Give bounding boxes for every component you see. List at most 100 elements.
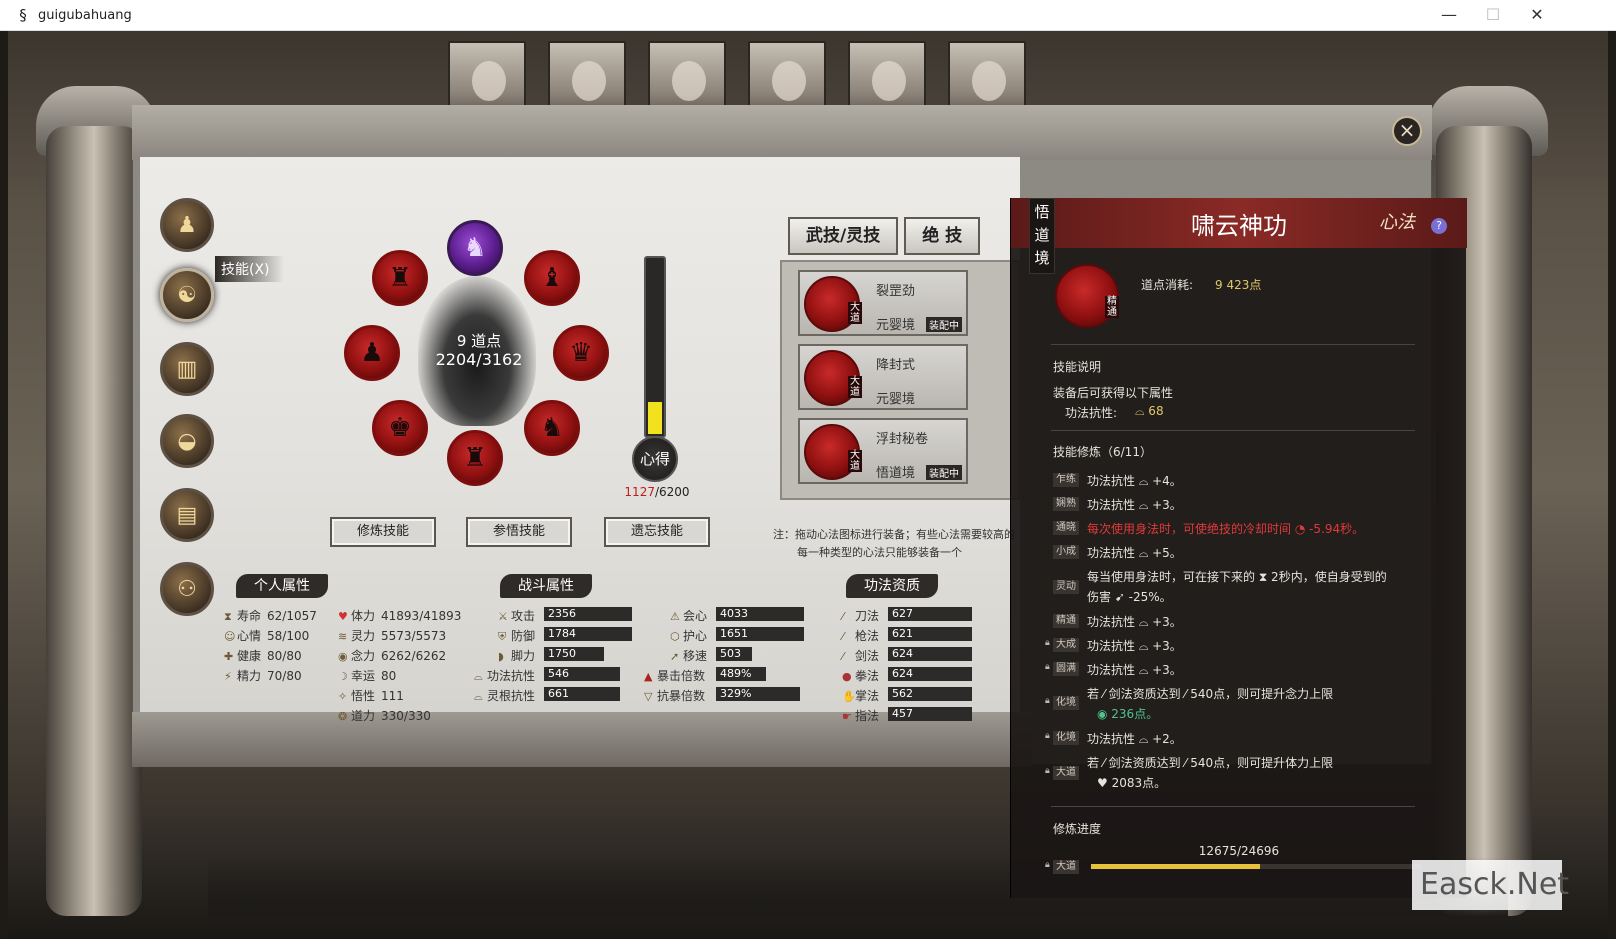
skill-slot[interactable]: ♚ [372, 400, 428, 456]
attr-footwork-value: 1750 [544, 647, 604, 661]
attr-crit: ⚠ 会心 [670, 609, 708, 623]
skill-slot[interactable]: ♜ [447, 430, 503, 486]
attr-saber-value: 627 [888, 607, 972, 621]
train-line: 功法抗性 ⌓ +5。 [1087, 546, 1182, 560]
attr-finger-value: 457 [888, 707, 972, 721]
insight-current: 1127 [624, 485, 655, 499]
palm-icon: ✋ [842, 690, 856, 703]
swirl-icon: ❂ [338, 710, 348, 723]
crossed-swords-icon: ⚔ [498, 610, 508, 623]
close-window-button[interactable]: ✕ [1514, 0, 1560, 30]
attr-move-speed: ➚ 移速 [670, 649, 708, 663]
attr-mind: ◉ 念力 6262/6262 [338, 649, 447, 663]
figure-icon: ♟ [177, 212, 197, 238]
attr-anti-crit: ▽ 抗暴倍数 [644, 689, 706, 703]
skill-badge: 大道 [848, 302, 862, 324]
tier-badge: 乍练 [1053, 473, 1079, 487]
equipped-badge: 装配中 [926, 317, 962, 332]
train-skill-button[interactable]: 修炼技能 [330, 517, 436, 547]
cost-value: 9 423点 [1215, 278, 1262, 292]
tier-badge: 精通 [1053, 614, 1079, 628]
train-line-cont: 伤害 ➹ -25%。 [1087, 590, 1172, 604]
combat-attributes-header: 战斗属性 [500, 574, 592, 598]
skill-name: 裂罡劲 [876, 284, 916, 299]
sidebar-books-button[interactable]: ▥ [160, 342, 214, 396]
sidebar-scroll-button[interactable]: ▤ [160, 488, 214, 542]
insight-gauge [644, 256, 666, 438]
attr-art-resist: ⌓ 功法抗性 [474, 669, 536, 683]
skill-slot[interactable]: ♟ [344, 325, 400, 381]
moon-icon: ☽ [338, 670, 348, 683]
people-icon: ⚇ [177, 576, 197, 602]
separator [1051, 430, 1415, 431]
skill-row[interactable]: 大道 浮封秘卷 悟道境 装配中 [798, 418, 968, 484]
tab-martial-skills[interactable]: 武技/灵技 [788, 217, 899, 255]
attr-palm-value: 562 [888, 687, 972, 701]
skill-row[interactable]: 大道 降封式 元婴境 [798, 344, 968, 410]
spirit-icon: ≋ [338, 630, 348, 643]
skill-slot[interactable]: ♞ [524, 400, 580, 456]
sidebar-bag-button[interactable]: ◒ [160, 414, 214, 468]
attr-anti-crit-value: 329% [716, 687, 800, 701]
attr-saber: ⁄ 刀法 [842, 609, 880, 623]
crit-icon: ⚠ [670, 610, 680, 623]
tier-badge: 化境 [1053, 731, 1079, 745]
skill-slot-top[interactable]: ♞ [447, 220, 503, 276]
lock-icon: 🔒︎ [1045, 696, 1050, 706]
app-icon: § [19, 6, 27, 24]
insight-skill-button[interactable]: 参悟技能 [466, 517, 572, 547]
sidebar-party-button[interactable]: ⚇ [160, 562, 214, 616]
detail-skill-icon: 精通 [1055, 264, 1119, 328]
dao-points-label: 9 道点 [456, 332, 502, 350]
lock-icon: 🔒︎ [1045, 662, 1050, 672]
sidebar-character-button[interactable]: ♟ [160, 198, 214, 252]
sidebar-active-label: 技能(X) [215, 256, 284, 282]
lock-icon: 🔒︎ [1045, 766, 1050, 776]
attr-sword: ⁄ 剑法 [842, 649, 880, 663]
separator [1051, 344, 1415, 345]
insight-max: /6200 [654, 485, 690, 499]
progress-text: 12675/24696 [1198, 844, 1280, 858]
attr-root-resist: ⌓ 灵根抗性 [474, 689, 536, 703]
tier-badge: 娴熟 [1053, 497, 1079, 511]
attr-attack: ⚔ 攻击 [498, 609, 536, 623]
close-panel-button[interactable]: × [1392, 116, 1422, 146]
skill-list: 大道 裂罡劲 元婴境 装配中 大道 降封式 元婴境 大道 浮封秘卷 悟道境 装配… [780, 260, 1020, 500]
attr-finger: ☛ 指法 [842, 709, 880, 723]
skill-row[interactable]: 大道 裂罡劲 元婴境 装配中 [798, 270, 968, 336]
skill-slot[interactable]: ♜ [372, 250, 428, 306]
game-window: § guigubahuang — ☐ ✕ × ♟ ☯ 技能(X) ▥ ◒ ▤ ⚇… [0, 0, 1616, 939]
train-line: 功法抗性 ⌓ +4。 [1087, 474, 1182, 488]
tier-badge: 小成 [1053, 545, 1079, 559]
sidebar-skills-button[interactable]: ☯ [160, 268, 214, 322]
maximize-button[interactable]: ☐ [1470, 0, 1516, 30]
tier-badge: 通晓 [1053, 521, 1079, 535]
skill-slot[interactable]: ♛ [553, 325, 609, 381]
minimize-button[interactable]: — [1426, 0, 1472, 30]
train-line: 功法抗性 ⌓ +3。 [1087, 615, 1182, 629]
silhouette-icon: ♜ [463, 443, 487, 473]
mood-icon: ☺ [224, 630, 236, 643]
attr-crit-multiplier-value: 489% [716, 667, 766, 681]
train-line: 功法抗性 ⌓ +2。 [1087, 732, 1182, 746]
tier-badge: 大道 [1053, 766, 1079, 780]
attr-guard: ⬡ 护心 [670, 629, 708, 643]
train-line: 若 ⁄ 剑法资质达到 ⁄ 540点，则可提升体力上限 [1087, 756, 1334, 770]
desc-header: 技能说明 [1053, 360, 1102, 374]
desc-line: 装备后可获得以下属性 [1053, 386, 1174, 400]
attr-lifespan: ⧗ 寿命 62/1057 [224, 609, 317, 623]
tab-ultimate[interactable]: 绝 技 [904, 217, 981, 255]
help-icon[interactable]: ? [1431, 218, 1447, 234]
triangle-icon: ▲ [644, 670, 653, 683]
attr-crit-multiplier: ▲ 暴击倍数 [644, 669, 706, 683]
skill-slot[interactable]: ♝ [524, 250, 580, 306]
insight-gauge-fill [648, 402, 662, 434]
train-line-cont: ♥ 2083点。 [1097, 776, 1167, 790]
attr-stamina: ♥ 体力 41893/41893 [338, 609, 462, 623]
equipped-badge: 装配中 [926, 465, 962, 480]
silhouette-icon: ♞ [463, 233, 487, 263]
forget-skill-button[interactable]: 遗忘技能 [604, 517, 710, 547]
attr-footwork: ◗ 脚力 [498, 649, 536, 663]
attr-fist-value: 624 [888, 667, 972, 681]
note-line: 每一种类型的心法只能够装备一个 [797, 546, 962, 559]
